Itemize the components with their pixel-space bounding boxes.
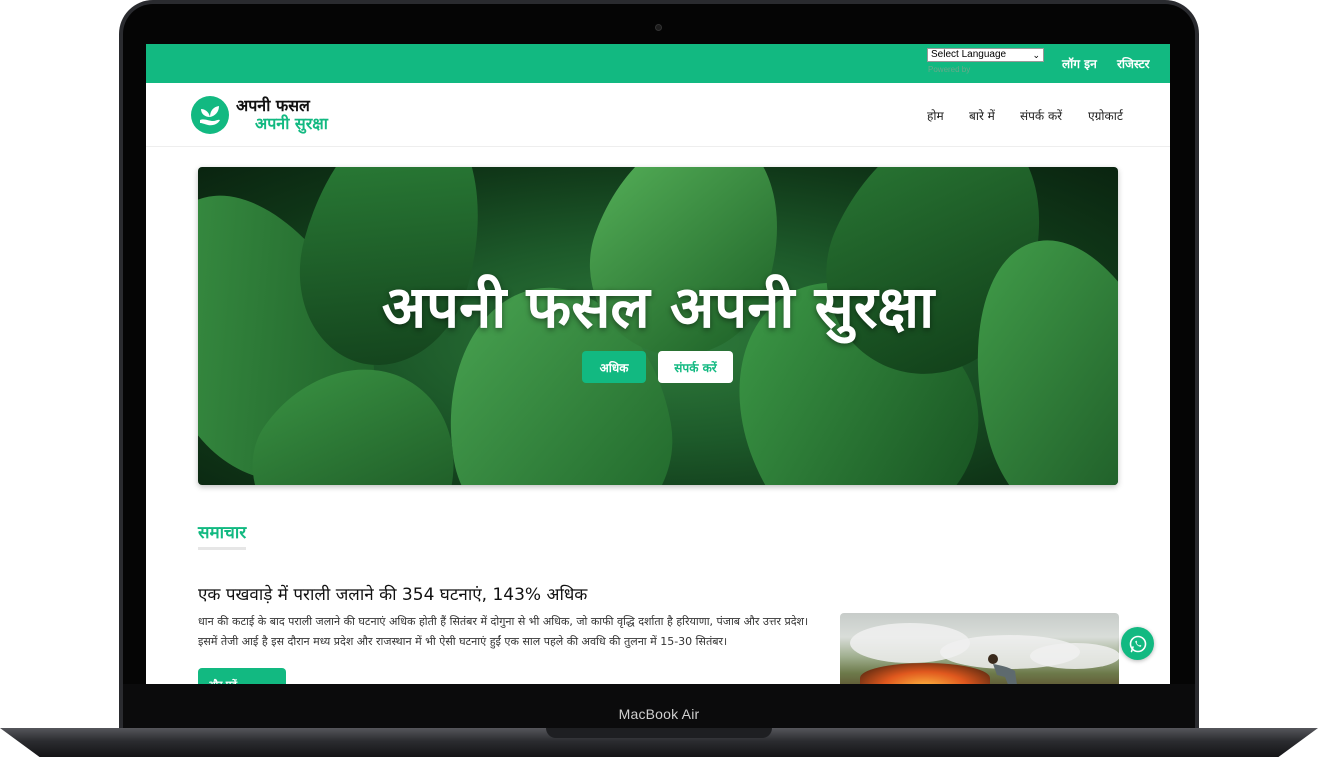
read-more-button[interactable]: और पढ़ें [198,668,286,684]
more-button[interactable]: अधिक [582,351,646,383]
device-label: MacBook Air [618,706,700,722]
website-screen: Select Language ⌄ Powered by लॉग इन रजिस… [146,44,1170,684]
hand-sprout-icon[interactable] [191,96,229,134]
news-item-body: धान की कटाई के बाद पराली जलाने की घटनाएं… [198,615,809,648]
hero-title: अपनी फसल अपनी सुरक्षा [381,273,935,341]
smoke-decoration [1030,643,1119,669]
whatsapp-icon[interactable] [1121,627,1154,660]
hero-banner: अपनी फसल अपनी सुरक्षा अधिक संपर्क करें [198,167,1118,485]
language-select-label: Select Language [931,49,1007,60]
chevron-down-icon: ⌄ [1032,50,1040,60]
register-link[interactable]: रजिस्टर [1117,55,1150,72]
nav-item-agrocart[interactable]: एग्रोकार्ट [1088,107,1123,124]
login-link[interactable]: लॉग इन [1062,55,1097,72]
nav-item-contact[interactable]: संपर्क करें [1020,107,1062,124]
news-item-image[interactable] [840,613,1119,684]
news-item-title[interactable]: एक पखवाड़े में पराली जलाने की 354 घटनाएं… [198,582,587,605]
laptop-notch [546,728,772,738]
news-section-title: समाचार [198,520,247,550]
brand-name-line2[interactable]: अपनी सुरक्षा [255,112,328,134]
camera-icon [655,24,662,31]
powered-by-text: Powered by [928,65,971,74]
farmer-figure [988,654,1017,684]
nav-item-about[interactable]: बारे में [969,107,995,124]
main-navbar: अपनी फसल अपनी सुरक्षा होम बारे में संपर्… [146,83,1170,147]
nav-item-home[interactable]: होम [927,107,944,124]
language-select[interactable]: Select Language ⌄ [927,48,1044,62]
contact-button[interactable]: संपर्क करें [658,351,733,383]
top-bar: Select Language ⌄ Powered by लॉग इन रजिस… [146,44,1170,83]
